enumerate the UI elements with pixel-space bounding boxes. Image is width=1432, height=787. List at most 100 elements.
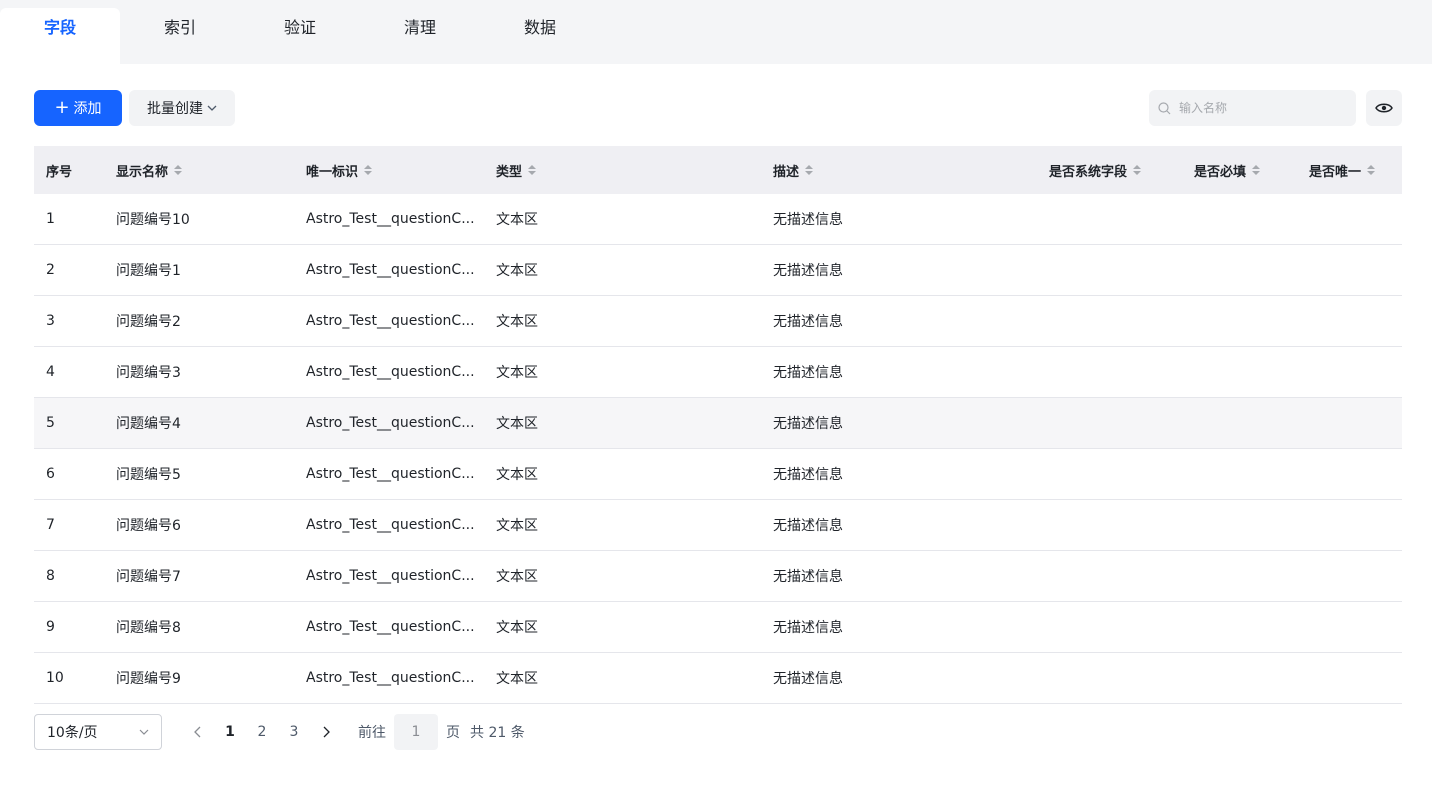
sort-icon[interactable] xyxy=(805,165,814,175)
row-index: 9 xyxy=(46,619,55,635)
table-row[interactable]: 9 问题编号8 Astro_Test__questionC... 文本区 无描述信息 xyxy=(34,602,1402,653)
row-display-name: 问题编号10 xyxy=(116,212,190,228)
page-number-1[interactable]: 1 xyxy=(214,724,246,740)
tab-data[interactable]: 数据 xyxy=(480,8,600,64)
row-index: 1 xyxy=(46,211,55,227)
row-description: 无描述信息 xyxy=(773,518,843,534)
row-index: 6 xyxy=(46,466,55,482)
row-description: 无描述信息 xyxy=(773,467,843,483)
row-type: 文本区 xyxy=(496,314,538,330)
table-row[interactable]: 10 问题编号9 Astro_Test__questionC... 文本区 无描述信息 xyxy=(34,653,1402,704)
tab-validation[interactable]: 验证 xyxy=(240,8,360,64)
column-title: 类型 xyxy=(496,164,523,180)
row-unique-key: Astro_Test__questionC... xyxy=(306,313,475,329)
page-number-2[interactable]: 2 xyxy=(246,724,278,740)
column-header-sortable[interactable]: 类型 xyxy=(484,161,761,180)
row-type: 文本区 xyxy=(496,263,538,279)
column-header-sortable[interactable]: 唯一标识 xyxy=(294,161,484,180)
sort-icon[interactable] xyxy=(1252,165,1261,175)
sort-icon[interactable] xyxy=(528,165,537,175)
row-description: 无描述信息 xyxy=(773,569,843,585)
table-row[interactable]: 2 问题编号1 Astro_Test__questionC... 文本区 无描述信息 xyxy=(34,245,1402,296)
table-row[interactable]: 6 问题编号5 Astro_Test__questionC... 文本区 无描述信息 xyxy=(34,449,1402,500)
pagination: 10条/页 1 2 3 前往 页 共 21 条 xyxy=(34,714,525,750)
search-box xyxy=(1149,90,1356,126)
goto-prefix: 前往 xyxy=(358,725,386,741)
tab-index[interactable]: 索引 xyxy=(120,8,240,64)
column-header-sortable[interactable]: 显示名称 xyxy=(104,161,294,180)
row-type: 文本区 xyxy=(496,620,538,636)
row-unique-key: Astro_Test__questionC... xyxy=(306,364,475,380)
row-description: 无描述信息 xyxy=(773,620,843,636)
visibility-button[interactable] xyxy=(1366,90,1402,126)
table-row[interactable]: 3 问题编号2 Astro_Test__questionC... 文本区 无描述信息 xyxy=(34,296,1402,347)
table-row[interactable]: 1 问题编号10 Astro_Test__questionC... 文本区 无描述信息 xyxy=(34,194,1402,245)
table-row[interactable]: 5 问题编号4 Astro_Test__questionC... 文本区 无描述信息 xyxy=(34,398,1402,449)
row-description: 无描述信息 xyxy=(773,365,843,381)
add-button[interactable]: + 添加 xyxy=(34,90,122,126)
table-row[interactable]: 8 问题编号7 Astro_Test__questionC... 文本区 无描述信息 xyxy=(34,551,1402,602)
toolbar: + 添加 批量创建 xyxy=(34,90,1402,126)
table-row[interactable]: 4 问题编号3 Astro_Test__questionC... 文本区 无描述信息 xyxy=(34,347,1402,398)
batch-create-button[interactable]: 批量创建 xyxy=(129,90,235,126)
row-unique-key: Astro_Test__questionC... xyxy=(306,262,475,278)
row-display-name: 问题编号1 xyxy=(116,263,181,279)
eye-icon xyxy=(1375,103,1393,113)
page-number-3[interactable]: 3 xyxy=(278,724,310,740)
column-header-sortable[interactable]: 是否唯一 xyxy=(1297,161,1402,180)
row-display-name: 问题编号7 xyxy=(116,569,181,585)
column-title: 是否系统字段 xyxy=(1049,164,1128,180)
column-header: 序号 xyxy=(34,161,104,180)
goto-page-input[interactable] xyxy=(394,714,438,750)
sort-icon[interactable] xyxy=(1133,165,1142,175)
row-type: 文本区 xyxy=(496,416,538,432)
tab-label: 字段 xyxy=(43,18,76,37)
search-icon xyxy=(1158,101,1171,114)
tab-label: 验证 xyxy=(283,18,316,37)
table-row[interactable]: 7 问题编号6 Astro_Test__questionC... 文本区 无描述信息 xyxy=(34,500,1402,551)
row-index: 10 xyxy=(46,670,64,686)
row-description: 无描述信息 xyxy=(773,212,843,228)
tab-label: 数据 xyxy=(523,18,556,37)
column-header-sortable[interactable]: 是否必填 xyxy=(1182,161,1297,180)
sort-icon[interactable] xyxy=(1367,165,1376,175)
table-header: 序号 显示名称 唯一标识 类型 描述 是否系统字段 是否必填 是否唯一 xyxy=(34,146,1402,194)
row-index: 3 xyxy=(46,313,55,329)
plus-icon: + xyxy=(54,97,70,118)
sort-icon[interactable] xyxy=(174,165,183,175)
row-description: 无描述信息 xyxy=(773,416,843,432)
row-type: 文本区 xyxy=(496,671,538,687)
chevron-down-icon xyxy=(139,729,149,735)
sort-icon[interactable] xyxy=(364,165,373,175)
goto-suffix: 页 xyxy=(446,725,460,741)
row-description: 无描述信息 xyxy=(773,263,843,279)
row-type: 文本区 xyxy=(496,212,538,228)
row-unique-key: Astro_Test__questionC... xyxy=(306,466,475,482)
column-header-sortable[interactable]: 描述 xyxy=(761,161,1037,180)
row-unique-key: Astro_Test__questionC... xyxy=(306,415,475,431)
row-display-name: 问题编号5 xyxy=(116,467,181,483)
row-index: 2 xyxy=(46,262,55,278)
row-display-name: 问题编号6 xyxy=(116,518,181,534)
column-title: 是否必填 xyxy=(1194,164,1247,180)
column-header-sortable[interactable]: 是否系统字段 xyxy=(1037,161,1182,180)
tab-cleanup[interactable]: 清理 xyxy=(360,8,480,64)
batch-create-label: 批量创建 xyxy=(147,101,203,117)
page-size-value: 10条/页 xyxy=(47,725,98,741)
row-unique-key: Astro_Test__questionC... xyxy=(306,670,475,686)
column-title: 是否唯一 xyxy=(1309,164,1362,180)
search-input[interactable] xyxy=(1177,100,1351,116)
next-page-button[interactable] xyxy=(310,726,342,738)
column-title: 唯一标识 xyxy=(306,164,359,180)
page-size-select[interactable]: 10条/页 xyxy=(34,714,162,750)
row-unique-key: Astro_Test__questionC... xyxy=(306,211,475,227)
tab-fields[interactable]: 字段 xyxy=(0,8,120,64)
tab-bar: 字段 索引 验证 清理 数据 xyxy=(0,0,1432,64)
row-index: 7 xyxy=(46,517,55,533)
chevron-down-icon xyxy=(207,105,217,111)
row-description: 无描述信息 xyxy=(773,314,843,330)
row-unique-key: Astro_Test__questionC... xyxy=(306,517,475,533)
prev-page-button[interactable] xyxy=(182,726,214,738)
total-count: 共 21 条 xyxy=(470,725,525,741)
row-display-name: 问题编号8 xyxy=(116,620,181,636)
